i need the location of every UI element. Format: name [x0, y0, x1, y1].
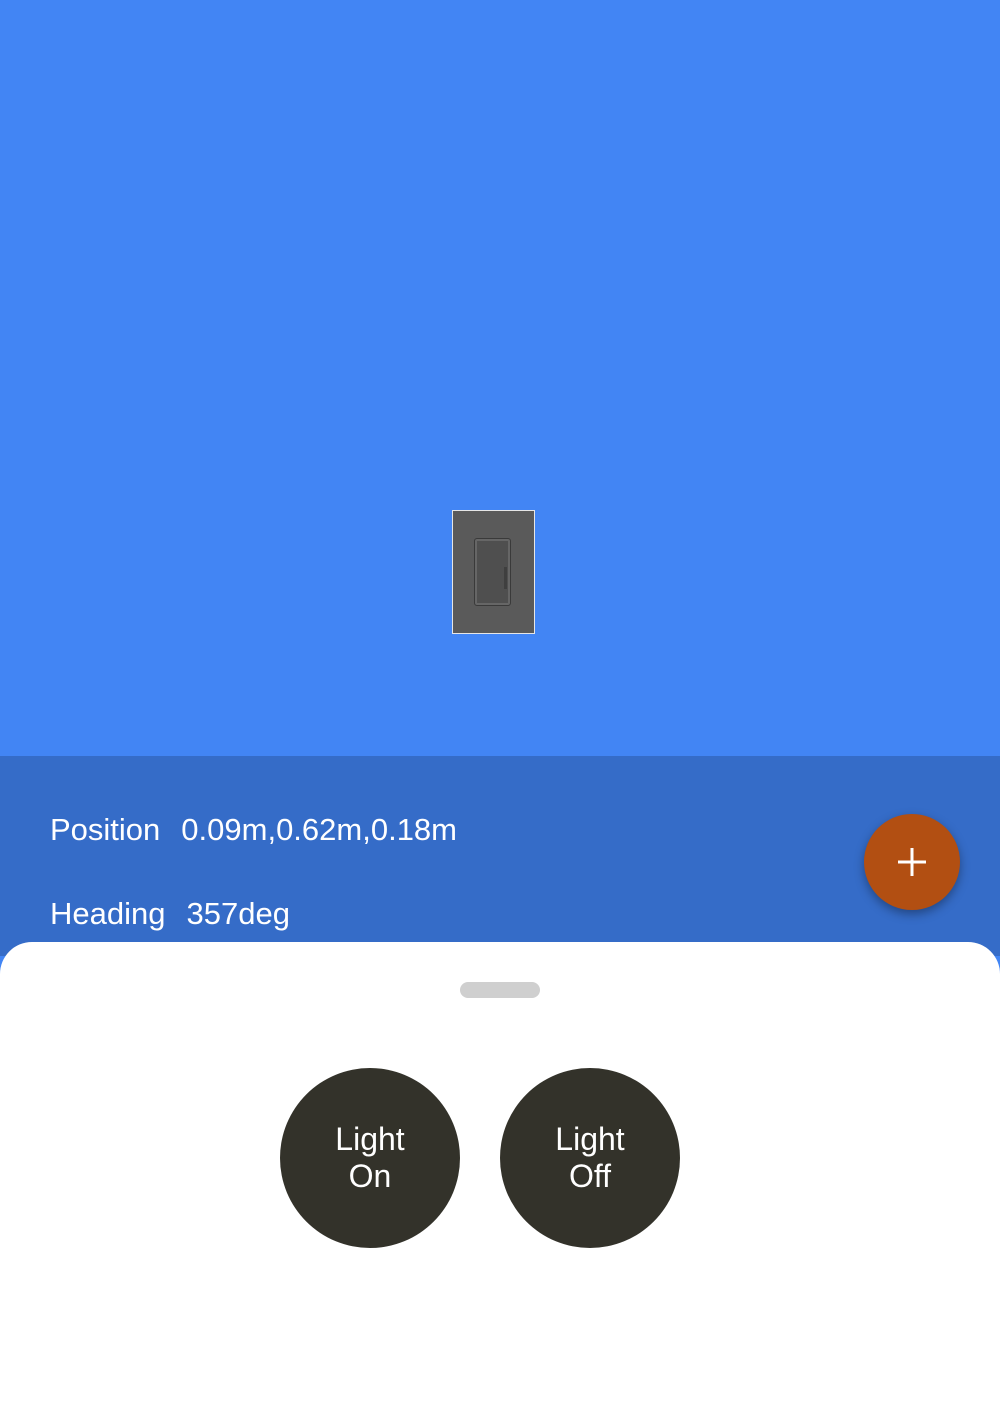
light-off-label-line1: Light — [555, 1121, 625, 1157]
add-button[interactable] — [864, 814, 960, 910]
light-on-label-line1: Light — [335, 1121, 405, 1157]
heading-value: 357deg — [186, 896, 290, 931]
bottom-sheet: Light On Light Off — [0, 942, 1000, 1406]
app-screen: Position 0.09m,0.62m,0.18m Heading 357deg … — [0, 0, 1000, 1406]
light-on-button[interactable]: Light On — [280, 1068, 460, 1248]
ar-camera-view[interactable] — [0, 0, 1000, 756]
light-switch-image — [452, 510, 535, 634]
light-off-label-line2: Off — [568, 1158, 612, 1194]
pose-info-panel: Position 0.09m,0.62m,0.18m Heading 357deg — [0, 756, 1000, 956]
sheet-drag-handle[interactable] — [460, 982, 540, 998]
light-off-button[interactable]: Light Off — [500, 1068, 680, 1248]
position-value: 0.09m,0.62m,0.18m — [181, 812, 457, 847]
heading-row: Heading 357deg — [50, 896, 290, 932]
plus-icon — [898, 848, 926, 876]
light-switch-rocker — [474, 538, 511, 606]
position-label: Position — [50, 812, 161, 847]
light-on-label-line2: On — [348, 1158, 392, 1194]
position-row: Position 0.09m,0.62m,0.18m — [50, 812, 457, 848]
heading-label: Heading — [50, 896, 166, 931]
